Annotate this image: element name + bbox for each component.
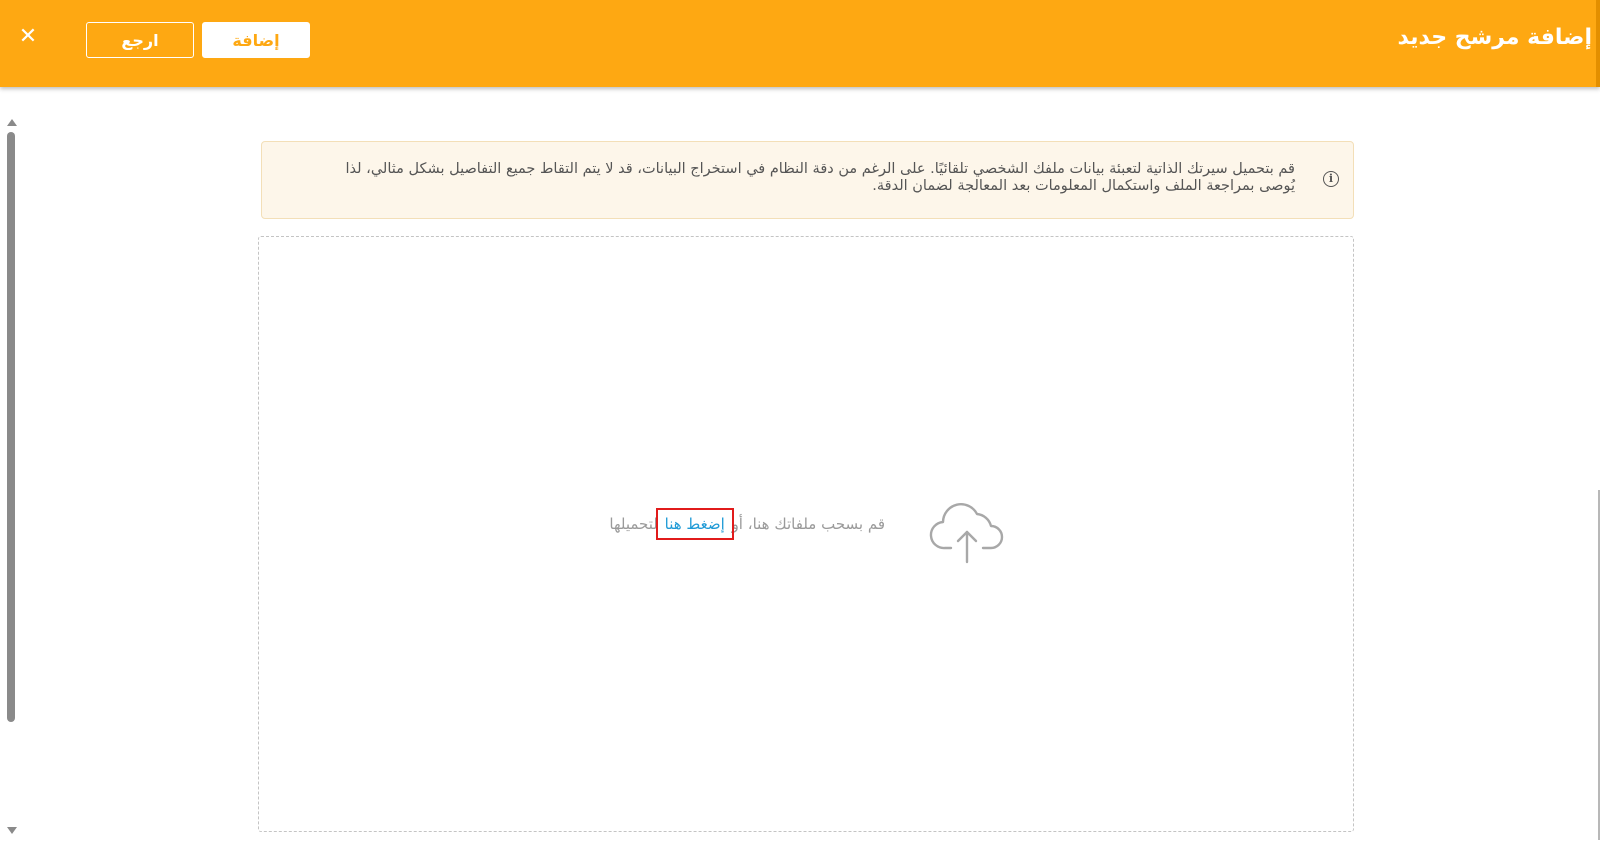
page-header: إضافة مرشح جديد إضافة ارجع ✕ — [0, 0, 1600, 87]
click-here-link[interactable]: إضغط هنا — [655, 508, 734, 540]
header-edge-bar — [1596, 0, 1600, 87]
page-title: إضافة مرشح جديد — [1397, 25, 1592, 50]
file-dropzone[interactable]: قم بسحب ملفاتك هنا، أو إضغط هنا لتحميلها — [258, 236, 1354, 832]
scroll-up-arrow-icon[interactable] — [7, 119, 17, 126]
info-icon: i — [1323, 171, 1339, 187]
add-button[interactable]: إضافة — [202, 22, 310, 58]
notice-text: قم بتحميل سيرتك الذاتية لتعبئة بيانات مل… — [345, 161, 1296, 194]
scroll-down-arrow-icon[interactable] — [7, 827, 17, 834]
back-button[interactable]: ارجع — [86, 22, 194, 58]
drop-text-after: لتحميلها — [609, 515, 658, 533]
drop-instructions: قم بسحب ملفاتك هنا، أو إضغط هنا لتحميلها — [609, 508, 885, 540]
scrollbar-thumb[interactable] — [7, 132, 15, 722]
close-icon[interactable]: ✕ — [16, 24, 40, 50]
drop-text-before: قم بسحب ملفاتك هنا، أو — [731, 515, 885, 533]
vertical-scrollbar[interactable] — [4, 116, 18, 840]
info-notice: i قم بتحميل سيرتك الذاتية لتعبئة بيانات … — [261, 141, 1354, 219]
cloud-upload-icon[interactable] — [929, 500, 1007, 564]
